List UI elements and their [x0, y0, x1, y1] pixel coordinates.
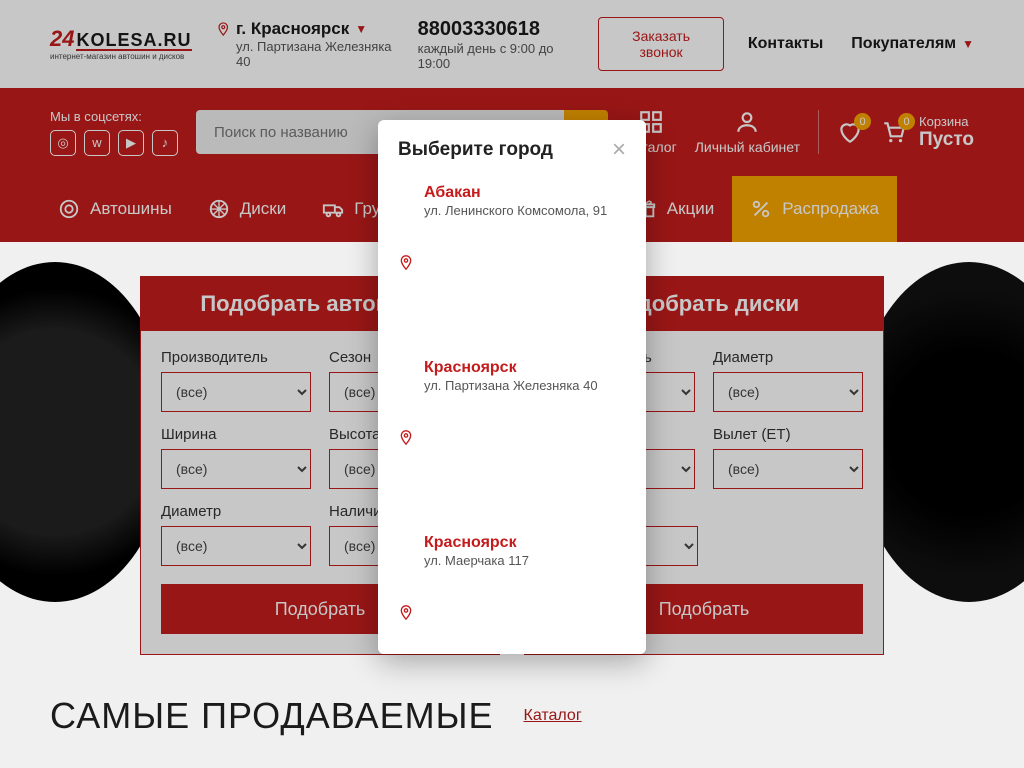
city-option-name: Абакан: [424, 184, 607, 202]
city-option[interactable]: Абаканул. Ленинского Комсомола, 91: [378, 174, 646, 349]
pin-icon: [398, 361, 414, 514]
city-option-name: Красноярск: [424, 359, 598, 377]
city-modal: Выберите город × Абаканул. Ленинского Ко…: [378, 120, 646, 654]
city-option[interactable]: Красноярскул. Маерчака 117: [378, 524, 646, 654]
city-option-address: ул. Партизана Железняка 40: [424, 378, 598, 393]
city-option-address: ул. Маерчака 117: [424, 553, 529, 568]
city-list[interactable]: Абаканул. Ленинского Комсомола, 91Красно…: [378, 174, 646, 654]
pin-icon: [398, 536, 414, 654]
modal-title: Выберите город: [398, 139, 553, 161]
city-option[interactable]: Красноярскул. Партизана Железняка 40: [378, 349, 646, 524]
city-option-name: Красноярск: [424, 534, 529, 552]
pin-icon: [398, 186, 414, 339]
close-icon[interactable]: ×: [612, 138, 626, 162]
city-option-address: ул. Ленинского Комсомола, 91: [424, 203, 607, 218]
